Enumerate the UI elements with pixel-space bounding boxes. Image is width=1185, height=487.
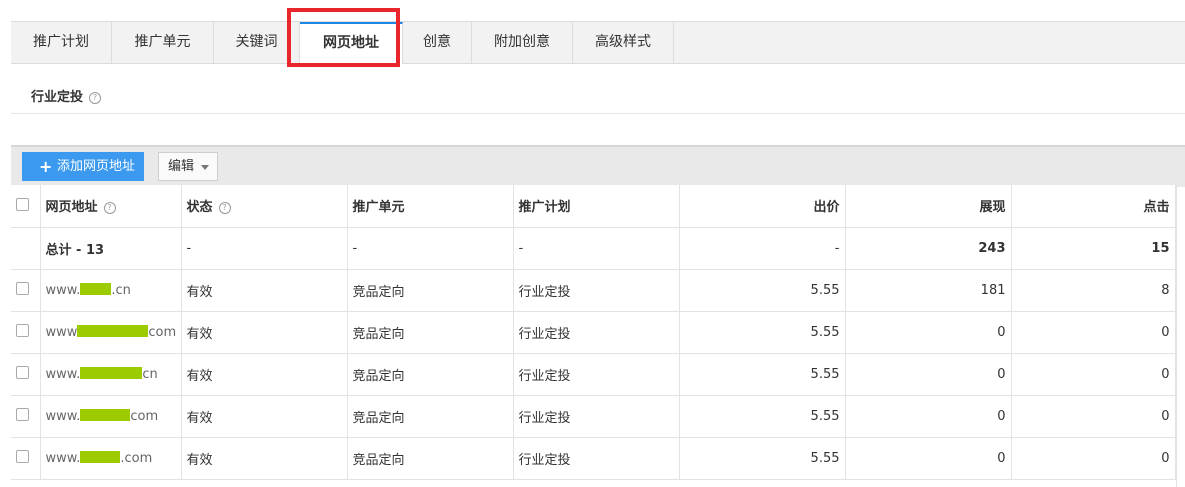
edit-label: 编辑 [168,159,195,174]
help-icon[interactable]: ? [103,202,116,215]
table-row[interactable]: www. com 有效 竞品定向 行业定投 5.55 0 0 [11,395,1176,438]
col-url-label: 网页地址 [45,200,98,216]
tab-campaigns[interactable]: 推广计划 [11,22,112,63]
select-all-checkbox[interactable] [16,197,29,211]
help-icon[interactable]: ? [218,202,231,215]
total-bid: - [679,227,846,270]
plan-cell[interactable]: 行业定投 [513,353,680,396]
redaction-mask [77,324,149,337]
annotation-highlight-box [287,8,400,67]
table-row[interactable]: www. .com 有效 竞品定向 行业定投 5.55 0 0 [11,437,1176,480]
redaction-mask [80,408,131,421]
tab-extra-creatives[interactable]: 附加创意 [472,22,573,63]
bid-cell[interactable]: 5.55 [679,437,846,480]
impressions-cell: 0 [845,353,1012,396]
status-cell: 有效 [181,437,348,480]
url-cell[interactable]: www com [40,311,182,354]
col-header-bid[interactable]: 出价 [679,185,846,228]
tab-advanced-styles[interactable]: 高级样式 [573,22,674,63]
total-impressions: 243 [845,227,1012,270]
status-cell: 有效 [181,311,348,354]
table-right-edge [1176,185,1177,487]
table-row[interactable]: www. .cn 有效 竞品定向 行业定投 5.55 181 8 [11,269,1176,312]
tab-bar: 推广计划 推广单元 关键词 网页地址 创意 附加创意 高级样式 [11,22,1185,64]
edit-dropdown-button[interactable]: 编辑 [158,152,218,181]
clicks-cell: 8 [1011,269,1176,312]
row-checkbox[interactable] [16,282,29,295]
status-cell: 有效 [181,269,348,312]
section-divider [11,113,1185,114]
tab-creatives[interactable]: 创意 [403,22,472,63]
plan-cell[interactable]: 行业定投 [513,437,680,480]
impressions-cell: 0 [845,395,1012,438]
plan-cell[interactable]: 行业定投 [513,269,680,312]
total-clicks: 15 [1011,227,1176,270]
bid-cell[interactable]: 5.55 [679,311,846,354]
page-subtitle: 行业定投? [31,86,102,105]
table-header: 网页地址? 状态? 推广单元 推广计划 出价 展现 点击 [11,185,1176,228]
subtitle-text: 行业定投 [31,90,84,105]
url-cell[interactable]: www. com [40,395,182,438]
clicks-cell: 0 [1011,395,1176,438]
col-header-unit[interactable]: 推广单元 [347,185,514,228]
col-header-plan[interactable]: 推广计划 [513,185,680,228]
col-status-label: 状态 [186,200,213,216]
tab-ad-groups[interactable]: 推广单元 [112,22,214,63]
total-unit: - [347,227,514,270]
row-checkbox[interactable] [16,408,29,421]
bid-cell[interactable]: 5.55 [679,395,846,438]
col-header-url[interactable]: 网页地址? [40,185,182,228]
status-cell: 有效 [181,353,348,396]
col-header-impressions[interactable]: 展现 [845,185,1012,228]
unit-cell[interactable]: 竞品定向 [347,353,514,396]
row-checkbox[interactable] [16,366,29,379]
unit-cell[interactable]: 竞品定向 [347,269,514,312]
plan-cell[interactable]: 行业定投 [513,311,680,354]
table-row[interactable]: www. cn 有效 竞品定向 行业定投 5.55 0 0 [11,353,1176,396]
total-row: 总计 - 13 - - - - 243 15 [11,227,1176,270]
col-header-status[interactable]: 状态? [181,185,348,228]
help-icon[interactable]: ? [89,92,102,104]
url-table: 网页地址? 状态? 推广单元 推广计划 出价 展现 点击 总计 - 13 - -… [11,185,1176,480]
table-row[interactable]: www com 有效 竞品定向 行业定投 5.55 0 0 [11,311,1176,354]
chevron-down-icon [201,165,209,170]
row-checkbox[interactable] [16,324,29,337]
clicks-cell: 0 [1011,437,1176,480]
clicks-cell: 0 [1011,353,1176,396]
bid-cell[interactable]: 5.55 [679,353,846,396]
status-cell: 有效 [181,395,348,438]
total-label: 总计 - 13 [40,227,182,270]
total-status: - [181,227,348,270]
url-cell[interactable]: www. .com [40,437,182,480]
impressions-cell: 0 [845,437,1012,480]
impressions-cell: 181 [845,269,1012,312]
row-checkbox[interactable] [16,450,29,463]
impressions-cell: 0 [845,311,1012,354]
redaction-mask [80,450,121,463]
url-cell[interactable]: www. cn [40,353,182,396]
clicks-cell: 0 [1011,311,1176,354]
add-url-label: 添加网页地址 [57,159,136,174]
total-plan: - [513,227,680,270]
unit-cell[interactable]: 竞品定向 [347,437,514,480]
bid-cell[interactable]: 5.55 [679,269,846,312]
redaction-mask [80,366,143,379]
plan-cell[interactable]: 行业定投 [513,395,680,438]
select-all-cell [11,185,41,228]
total-check-cell [11,227,41,270]
col-header-clicks[interactable]: 点击 [1011,185,1176,228]
add-url-button[interactable]: + 添加网页地址 [22,152,144,181]
unit-cell[interactable]: 竞品定向 [347,395,514,438]
unit-cell[interactable]: 竞品定向 [347,311,514,354]
plus-icon: + [39,157,53,176]
url-cell[interactable]: www. .cn [40,269,182,312]
redaction-mask [80,282,112,295]
